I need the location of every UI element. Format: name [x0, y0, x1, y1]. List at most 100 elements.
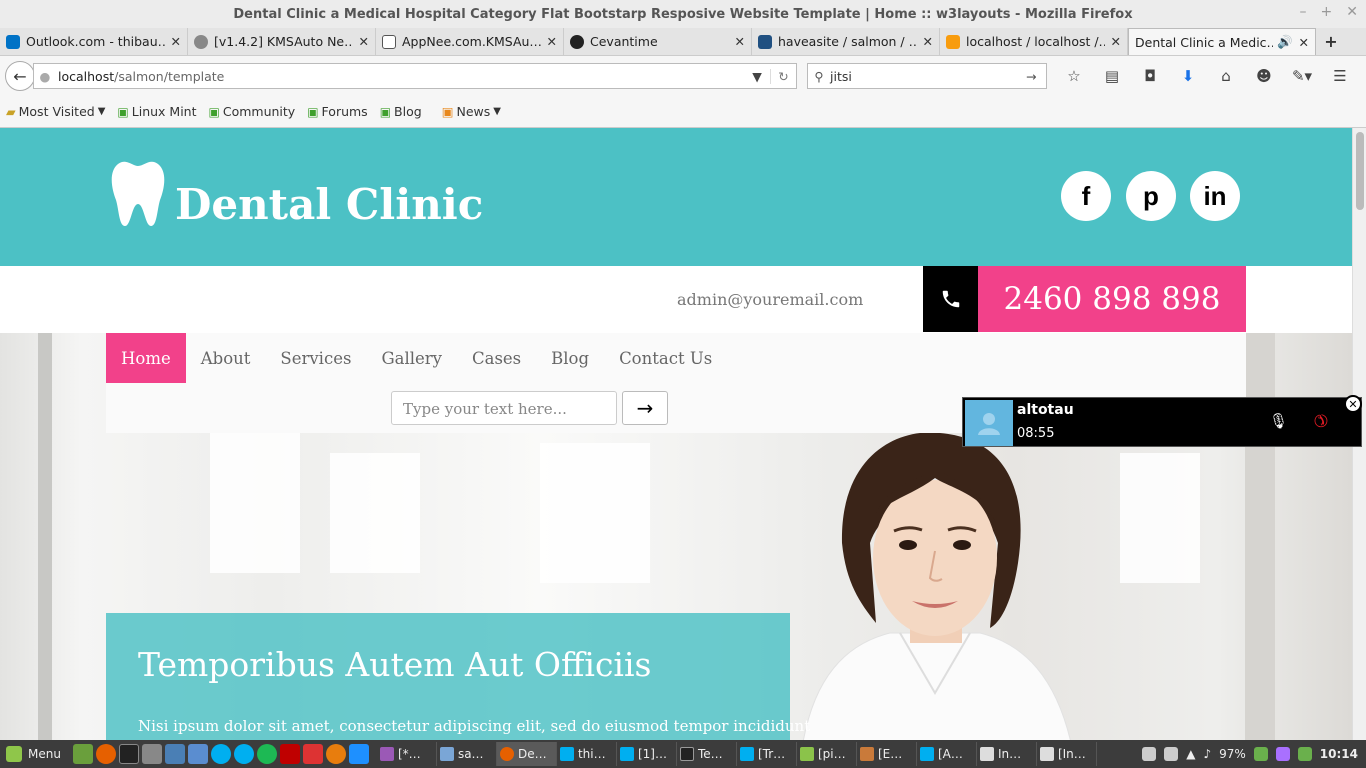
- volume-icon[interactable]: ♪: [1203, 747, 1211, 761]
- hello-icon[interactable]: ☻: [1245, 67, 1283, 85]
- task-item[interactable]: De…: [496, 742, 557, 766]
- hamburger-menu-icon[interactable]: ☰: [1321, 67, 1359, 85]
- downloads-icon[interactable]: ⬇: [1169, 67, 1207, 85]
- tab-cevantime[interactable]: Cevantime ✕: [564, 28, 752, 55]
- tools-icon[interactable]: [141, 744, 162, 764]
- wifi-icon[interactable]: ▲: [1186, 747, 1195, 761]
- task-item[interactable]: [*…: [377, 742, 437, 766]
- mint-icon: ▣: [117, 104, 129, 119]
- pocket-icon[interactable]: ◘: [1131, 67, 1169, 85]
- skype-icon[interactable]: [233, 744, 254, 764]
- site-search-input[interactable]: Type your text here...: [391, 391, 617, 425]
- nav-item-home[interactable]: Home: [106, 333, 186, 383]
- tab-close-icon[interactable]: ✕: [1111, 34, 1121, 49]
- popcorn-icon[interactable]: [302, 744, 323, 764]
- filezilla-icon[interactable]: [279, 744, 300, 764]
- bookmark-blog[interactable]: ▣ Blog: [380, 104, 422, 119]
- network-icon[interactable]: [164, 744, 185, 764]
- site-brand[interactable]: Dental Clinic: [175, 180, 483, 229]
- scrollbar-thumb[interactable]: [1356, 132, 1364, 210]
- url-text[interactable]: localhost/salmon/template: [56, 69, 744, 84]
- tab-close-icon[interactable]: ✕: [923, 34, 933, 49]
- tab-close-icon[interactable]: ✕: [735, 34, 745, 49]
- firefox-icon[interactable]: [95, 744, 116, 764]
- tab-close-icon[interactable]: ✕: [1299, 35, 1309, 50]
- task-item[interactable]: [A…: [917, 742, 977, 766]
- minimize-button[interactable]: –: [1300, 4, 1307, 20]
- shield-icon[interactable]: [1297, 747, 1312, 761]
- close-icon[interactable]: ✕: [1344, 395, 1362, 413]
- maximize-button[interactable]: +: [1321, 4, 1333, 20]
- navigation-toolbar: ← ● localhost/salmon/template ▼ ↻ ⚲ jits…: [0, 56, 1366, 96]
- task-item[interactable]: [Tr…: [737, 742, 797, 766]
- cloud-icon[interactable]: [1275, 747, 1290, 761]
- tab-close-icon[interactable]: ✕: [547, 34, 557, 49]
- nav-item-gallery[interactable]: Gallery: [366, 333, 457, 383]
- folder-icon: [382, 34, 396, 49]
- bookmark-linux-mint[interactable]: ▣ Linux Mint: [117, 104, 196, 119]
- blender-icon[interactable]: [325, 744, 346, 764]
- task-item[interactable]: In…: [977, 742, 1037, 766]
- search-go-icon[interactable]: →: [1026, 69, 1046, 84]
- show-desktop-icon[interactable]: [72, 744, 93, 764]
- site-info-icon[interactable]: ●: [34, 69, 56, 84]
- clock[interactable]: 10:14: [1320, 747, 1358, 761]
- phone-number[interactable]: 2460 898 898: [978, 266, 1246, 332]
- bookmark-community[interactable]: ▣ Community: [209, 104, 296, 119]
- search-bar[interactable]: ⚲ jitsi →: [807, 63, 1047, 89]
- start-menu-button[interactable]: Menu: [0, 740, 67, 768]
- reading-list-icon[interactable]: ▤: [1093, 67, 1131, 85]
- task-item[interactable]: [E…: [857, 742, 917, 766]
- tab-appnee[interactable]: AppNee.com.KMSAu… ✕: [376, 28, 564, 55]
- nav-item-cases[interactable]: Cases: [457, 333, 536, 383]
- tab-phpmyadmin[interactable]: localhost / localhost /… ✕: [940, 28, 1128, 55]
- contact-email[interactable]: admin@youremail.com: [677, 290, 863, 309]
- nav-item-contact-us[interactable]: Contact Us: [604, 333, 727, 383]
- clipboard-icon[interactable]: [1164, 747, 1179, 761]
- search-value[interactable]: jitsi: [830, 69, 1026, 84]
- bookmark-most-visited[interactable]: ▰ Most Visited ▼: [6, 104, 105, 119]
- new-tab-button[interactable]: +: [1316, 28, 1346, 55]
- back-button[interactable]: ←: [5, 61, 35, 91]
- facebook-icon[interactable]: f: [1061, 171, 1111, 221]
- nav-item-blog[interactable]: Blog: [536, 333, 604, 383]
- task-item[interactable]: thi…: [557, 742, 617, 766]
- tab-outlook[interactable]: Outlook.com - thibau… ✕: [0, 28, 188, 55]
- home-icon[interactable]: ⌂: [1207, 67, 1245, 85]
- url-bar[interactable]: ● localhost/salmon/template ▼ ↻: [33, 63, 797, 89]
- microphone-icon[interactable]: 🎙: [1269, 412, 1288, 430]
- tab-dental-clinic[interactable]: Dental Clinic a Medic… 🔊 ✕: [1128, 28, 1316, 55]
- history-dropdown-icon[interactable]: ▼: [744, 69, 770, 84]
- addon-icon[interactable]: ✎▾: [1283, 67, 1321, 85]
- task-item[interactable]: [1]…: [617, 742, 677, 766]
- pinterest-icon[interactable]: p: [1126, 171, 1176, 221]
- user-icon[interactable]: [1142, 747, 1157, 761]
- skype-icon[interactable]: [210, 744, 231, 764]
- task-item[interactable]: [In…: [1037, 742, 1097, 766]
- nav-item-about[interactable]: About: [186, 333, 266, 383]
- linkedin-icon[interactable]: in: [1190, 171, 1240, 221]
- task-item[interactable]: Te…: [677, 742, 737, 766]
- speaker-icon[interactable]: 🔊: [1277, 34, 1293, 50]
- tab-close-icon[interactable]: ✕: [359, 34, 369, 49]
- bookmark-star-icon[interactable]: ☆: [1055, 67, 1093, 85]
- task-item[interactable]: sa…: [437, 742, 497, 766]
- tab-kmsauto[interactable]: [v1.4.2] KMSAuto Ne… ✕: [188, 28, 376, 55]
- update-icon[interactable]: [1253, 747, 1268, 761]
- site-search-button[interactable]: →: [622, 391, 668, 425]
- spotify-icon[interactable]: [256, 744, 277, 764]
- virtualbox-icon[interactable]: [187, 744, 208, 764]
- bookmark-news[interactable]: ▣ News ▼: [442, 104, 501, 119]
- tab-bitbucket[interactable]: haveasite / salmon / … ✕: [752, 28, 940, 55]
- tooth-logo-icon[interactable]: [110, 160, 166, 226]
- hang-up-icon[interactable]: ✆: [1308, 408, 1332, 432]
- windows-icon[interactable]: [348, 744, 369, 764]
- reload-icon[interactable]: ↻: [770, 68, 796, 84]
- terminal-icon[interactable]: [118, 744, 139, 764]
- task-item[interactable]: [pi…: [797, 742, 857, 766]
- tab-close-icon[interactable]: ✕: [171, 34, 181, 49]
- close-window-button[interactable]: ✕: [1346, 4, 1358, 20]
- nav-item-services[interactable]: Services: [265, 333, 366, 383]
- battery-level[interactable]: 97%: [1219, 747, 1246, 761]
- bookmark-forums[interactable]: ▣ Forums: [307, 104, 368, 119]
